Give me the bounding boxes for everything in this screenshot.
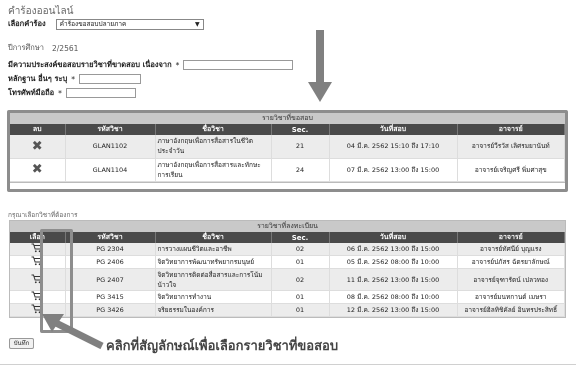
arrow-diagonal-icon [42,314,104,350]
cell-name: จิตวิทยาการทำงาน [155,290,272,304]
cell-date: 08 มี.ค. 2562 08:00 ถึง 10:00 [329,290,458,304]
col-date: วันที่สอบ [329,232,458,243]
cell-date: 06 มี.ค. 2562 13:00 ถึง 15:00 [329,243,458,256]
cell-date: 05 มี.ค. 2562 08:00 ถึง 10:00 [329,255,458,269]
cell-name: จิตวิทยาการพัฒนาทรัพยากรมนุษย์ [155,255,272,269]
cell-code: PG 2304 [65,243,156,256]
exam-table-highlight [7,110,568,192]
registered-table-title: รายวิชาที่ลงทะเบียน [10,221,565,232]
year-value: 2/2561 [52,43,79,53]
phone-input[interactable] [65,88,136,98]
cell-teacher: อาจารย์ปภัสร ฉัตรยาลักษณ์ [457,255,565,269]
reason-row: มีความประสงค์ขอสอบรายวิชาที่ขาดสอบ เนื่อ… [8,59,294,71]
request-select-label: เลือกคำร้อง [8,19,46,28]
divider [0,364,576,365]
phone-row: โทรศัพท์มือถือ * [8,87,136,99]
cell-date: 11 มี.ค. 2562 13:00 ถึง 15:00 [329,268,458,291]
request-select-row: เลือกคำร้อง คำร้องขอสอบปลายภาค ▼ [8,18,204,30]
col-code: รหัสวิชา [65,232,156,243]
cell-teacher: อาจารย์ทัศนีย์ บุญแรง [457,243,565,256]
evidence-input[interactable] [79,74,142,84]
evidence-row: หลักฐาน อื่นๆ ระบุ * [8,73,142,85]
request-select[interactable]: คำร้องขอสอบปลายภาค ▼ [55,18,204,30]
arrow-down-icon [308,30,332,102]
table-row: PG 3415 จิตวิทยาการทำงาน 01 08 มี.ค. 256… [10,290,565,304]
col-teacher: อาจารย์ [457,232,565,243]
submit-button[interactable]: บันทึก [9,338,34,349]
cell-name: จิตวิทยาการติดต่อสื่อสารและการโน้มน้าวใจ [155,268,272,291]
phone-required-mark: * [58,88,62,98]
cell-sec: 01 [271,303,330,317]
cell-name: การวางแผนชีวิตและอาชีพ [155,243,272,256]
year-label: ปีการศึกษา [8,43,44,52]
col-sec: Sec. [271,232,330,243]
cell-teacher: อาจารย์จุฑารัตน์ เปลวทอง [457,268,565,291]
cell-name: จริยธรรมในองค์การ [155,303,272,317]
col-name: ชื่อวิชา [155,232,272,243]
phone-label: โทรศัพท์มือถือ [8,88,55,97]
request-select-value: คำร้องขอสอบปลายภาค [59,20,127,28]
registered-table-header: เลือก รหัสวิชา ชื่อวิชา Sec. วันที่สอบ อ… [10,232,565,243]
cell-teacher: อาจารย์ฮิลทิชิคัลย์ อินทรประสิทธิ์ [457,303,565,317]
chevron-down-icon: ▼ [195,20,200,28]
cell-date: 12 มี.ค. 2562 13:00 ถึง 15:00 [329,303,458,317]
page-title: คำร้องออนไลน์ [8,6,74,17]
instruction-callout: คลิกที่สัญลักษณ์เพื่อเลือกรายวิชาที่ขอสอ… [106,339,339,354]
evidence-required-mark: * [71,74,76,84]
cell-code: PG 2406 [65,255,156,269]
reason-required-mark: * [175,60,180,70]
cell-sec: 02 [271,268,330,291]
year-row: ปีการศึกษา 2/2561 [8,42,78,54]
cell-code: PG 2407 [65,268,156,291]
reason-input[interactable] [183,60,294,70]
registered-table: รายวิชาที่ลงทะเบียน เลือก รหัสวิชา ชื่อว… [9,220,566,318]
evidence-label: หลักฐาน อื่นๆ ระบุ [8,74,68,83]
cell-teacher: อาจารย์มนทกานต์ เมษรา [457,290,565,304]
reason-label: มีความประสงค์ขอสอบรายวิชาที่ขาดสอบ เนื่อ… [8,60,172,69]
cell-sec: 02 [271,243,330,256]
cell-code: PG 3415 [65,290,156,304]
table-row: PG 2304 การวางแผนชีวิตและอาชีพ 02 06 มี.… [10,243,565,256]
cell-sec: 01 [271,255,330,269]
cell-sec: 01 [271,290,330,304]
table-row: PG 2407 จิตวิทยาการติดต่อสื่อสารและการโน… [10,268,565,291]
section-note: กรุณาเลือกวิชาที่ต้องการ [8,211,78,219]
table-row: PG 2406 จิตวิทยาการพัฒนาทรัพยากรมนุษย์ 0… [10,255,565,269]
